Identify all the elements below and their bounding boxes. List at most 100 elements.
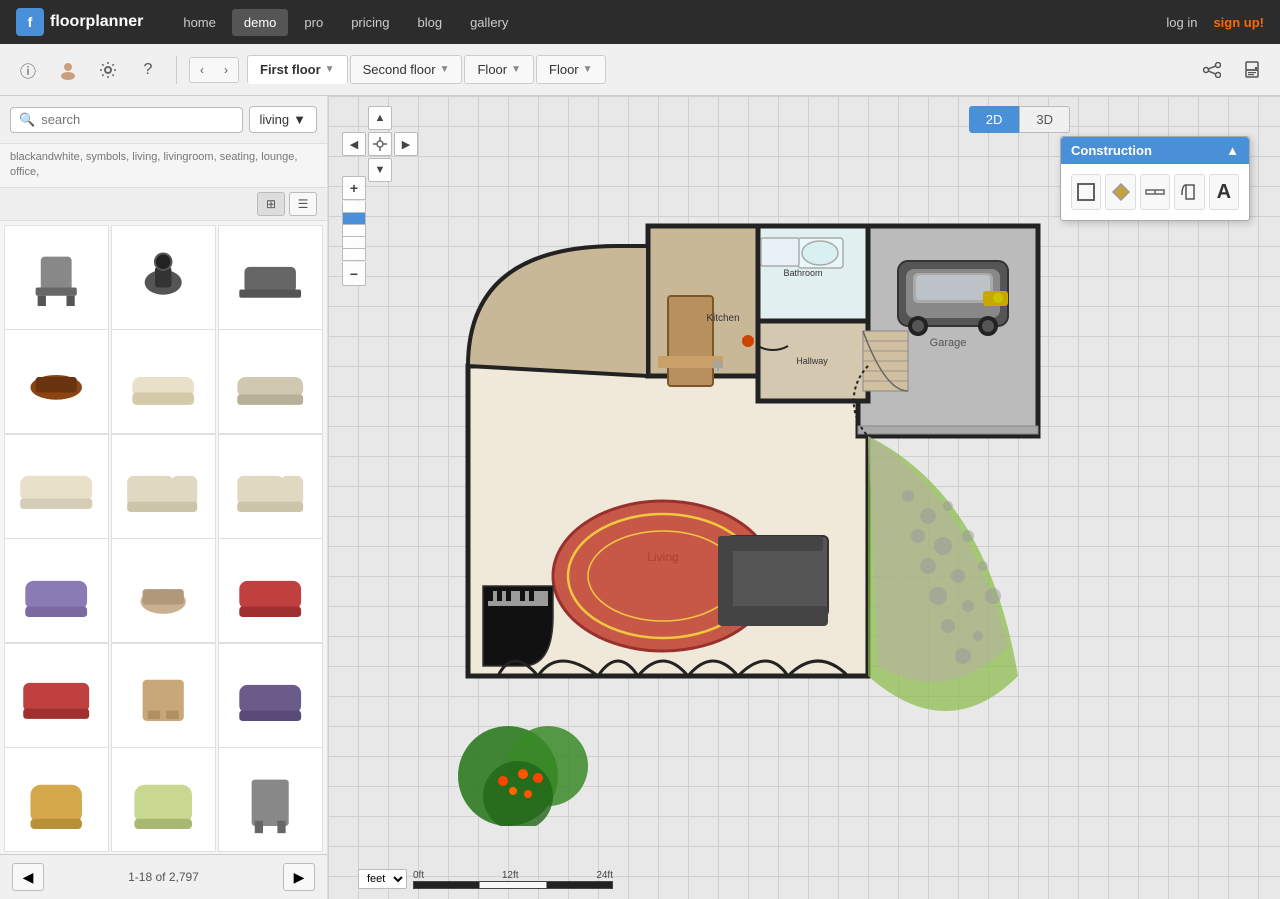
nav-links: home demo pro pricing blog gallery <box>171 9 520 36</box>
view-mode-toggle: 2D 3D <box>969 106 1070 133</box>
info-button[interactable]: ⓘ <box>12 54 44 86</box>
floor-tab-fourth[interactable]: Floor ▼ <box>536 55 606 84</box>
pan-down-button[interactable]: ▼ <box>368 158 392 182</box>
pagination-count: 1-18 of 2,797 <box>52 870 275 884</box>
floor-tool[interactable] <box>1105 174 1135 210</box>
items-grid <box>0 221 327 854</box>
toolbar: ⓘ ? ‹ › First floor ▼ Second floor ▼ Flo… <box>0 44 1280 96</box>
search-icon: 🔍 <box>19 112 35 128</box>
list-item[interactable] <box>218 538 323 643</box>
list-item[interactable] <box>111 747 216 852</box>
list-item[interactable] <box>111 434 216 539</box>
share-button[interactable] <box>1196 54 1228 86</box>
window-tool[interactable] <box>1140 174 1170 210</box>
logo-icon: f <box>16 8 44 36</box>
pan-center-button[interactable] <box>368 132 392 156</box>
pan-left-button[interactable]: ◀ <box>342 132 366 156</box>
list-item[interactable] <box>111 538 216 643</box>
floor-plan: Kitchen Bathroom Hallway <box>368 146 1048 826</box>
zoom-out-button[interactable]: − <box>342 262 366 286</box>
tags-list: blackandwhite, symbols, living, livingro… <box>0 144 327 188</box>
history-nav: ‹ › <box>189 57 239 83</box>
list-item[interactable] <box>218 434 323 539</box>
view-toggles: ⊞ ☰ <box>0 188 327 221</box>
caret-icon: ▼ <box>440 64 450 75</box>
main-content: 🔍 living ▼ blackandwhite, symbols, livin… <box>0 96 1280 899</box>
unit-select[interactable]: feet <box>358 869 407 889</box>
top-navigation: f floorplanner home demo pro pricing blo… <box>0 0 1280 44</box>
separator <box>176 56 177 84</box>
list-item[interactable] <box>111 225 216 330</box>
grid-view-button[interactable]: ⊞ <box>257 192 285 216</box>
settings-button[interactable] <box>92 54 124 86</box>
list-item[interactable] <box>218 225 323 330</box>
nav-blog[interactable]: blog <box>406 9 455 36</box>
prev-page-button[interactable]: ◀ <box>12 863 44 891</box>
list-item[interactable] <box>218 747 323 852</box>
svg-text:Hallway: Hallway <box>796 356 828 366</box>
scale-visual: 0ft 12ft 24ft <box>413 870 613 889</box>
search-input-wrap: 🔍 <box>10 107 243 133</box>
toolbar-share <box>1196 54 1268 86</box>
svg-text:✲: ✲ <box>711 358 724 375</box>
caret-icon: ▼ <box>511 64 521 75</box>
list-item[interactable] <box>4 434 109 539</box>
zoom-controls: + − <box>342 176 366 286</box>
caret-icon: ▼ <box>325 64 335 75</box>
login-link[interactable]: log in <box>1166 15 1197 30</box>
back-button[interactable]: ‹ <box>190 58 214 82</box>
list-item[interactable] <box>4 643 109 748</box>
3d-view-button[interactable]: 3D <box>1019 106 1070 133</box>
panel-header[interactable]: Construction ▲ <box>1061 137 1249 164</box>
help-button[interactable]: ? <box>132 54 164 86</box>
door-tool[interactable] <box>1174 174 1204 210</box>
pan-up-button[interactable]: ▲ <box>368 106 392 130</box>
nav-demo[interactable]: demo <box>232 9 289 36</box>
zoom-scale <box>342 201 366 261</box>
caret-icon: ▼ <box>583 64 593 75</box>
signup-link[interactable]: sign up! <box>1213 15 1264 30</box>
scale-bar: feet 0ft 12ft 24ft <box>358 869 613 889</box>
navigation-controls: ▲ ◀ ▶ ▼ <box>342 106 418 182</box>
nav-pro[interactable]: pro <box>292 9 335 36</box>
pan-right-button[interactable]: ▶ <box>394 132 418 156</box>
category-dropdown[interactable]: living ▼ <box>249 106 318 133</box>
sidebar: 🔍 living ▼ blackandwhite, symbols, livin… <box>0 96 328 899</box>
nav-home[interactable]: home <box>171 9 228 36</box>
scale-bar-image <box>413 881 613 889</box>
canvas-area[interactable]: ▲ ◀ ▶ ▼ + <box>328 96 1280 899</box>
list-item[interactable] <box>4 329 109 434</box>
nav-gallery[interactable]: gallery <box>458 9 520 36</box>
construction-panel: Construction ▲ A <box>1060 136 1250 221</box>
list-item[interactable] <box>4 747 109 852</box>
next-page-button[interactable]: ▶ <box>283 863 315 891</box>
caret-icon: ▼ <box>293 112 306 127</box>
svg-text:Kitchen: Kitchen <box>706 313 739 324</box>
logo-text: floorplanner <box>50 13 143 31</box>
list-item[interactable] <box>218 329 323 434</box>
floor-tab-first[interactable]: First floor ▼ <box>247 55 348 84</box>
floor-tabs: First floor ▼ Second floor ▼ Floor ▼ Flo… <box>247 55 606 84</box>
floor-tab-second[interactable]: Second floor ▼ <box>350 55 463 84</box>
list-item[interactable] <box>4 225 109 330</box>
list-view-button[interactable]: ☰ <box>289 192 317 216</box>
list-item[interactable] <box>218 643 323 748</box>
nav-pricing[interactable]: pricing <box>339 9 401 36</box>
logo[interactable]: f floorplanner <box>16 8 143 36</box>
search-input[interactable] <box>41 112 233 127</box>
floor-tab-third[interactable]: Floor ▼ <box>464 55 534 84</box>
list-item[interactable] <box>4 538 109 643</box>
forward-button[interactable]: › <box>214 58 238 82</box>
wall-tool[interactable] <box>1071 174 1101 210</box>
list-item[interactable] <box>111 643 216 748</box>
avatar-button[interactable] <box>52 54 84 86</box>
zoom-in-button[interactable]: + <box>342 176 366 200</box>
list-item[interactable] <box>111 329 216 434</box>
nav-right: log in sign up! <box>1166 15 1264 30</box>
panel-collapse-icon: ▲ <box>1226 143 1239 158</box>
2d-view-button[interactable]: 2D <box>969 106 1020 133</box>
search-bar: 🔍 living ▼ <box>0 96 327 144</box>
text-tool[interactable]: A <box>1209 174 1239 210</box>
sidebar-footer: ◀ 1-18 of 2,797 ▶ <box>0 854 327 899</box>
print-button[interactable] <box>1236 54 1268 86</box>
